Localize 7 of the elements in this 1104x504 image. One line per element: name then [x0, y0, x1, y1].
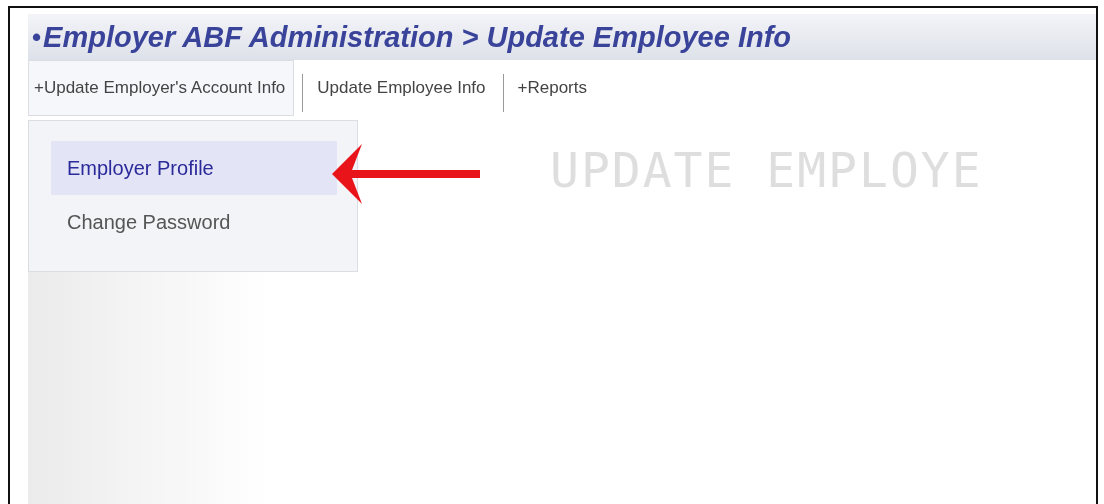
menu-item[interactable]: Employer Profile — [51, 141, 337, 195]
menu-tab[interactable]: +Update Employer's Account Info — [28, 60, 295, 116]
bullet: • — [32, 21, 42, 53]
menu-item[interactable]: Change Password — [51, 195, 337, 249]
page-title: Employer ABF Administration > Update Employee Info — [43, 20, 792, 54]
menu-tab[interactable]: +Reports — [511, 60, 596, 116]
menu-tab[interactable]: Update Employee Info — [311, 60, 495, 116]
